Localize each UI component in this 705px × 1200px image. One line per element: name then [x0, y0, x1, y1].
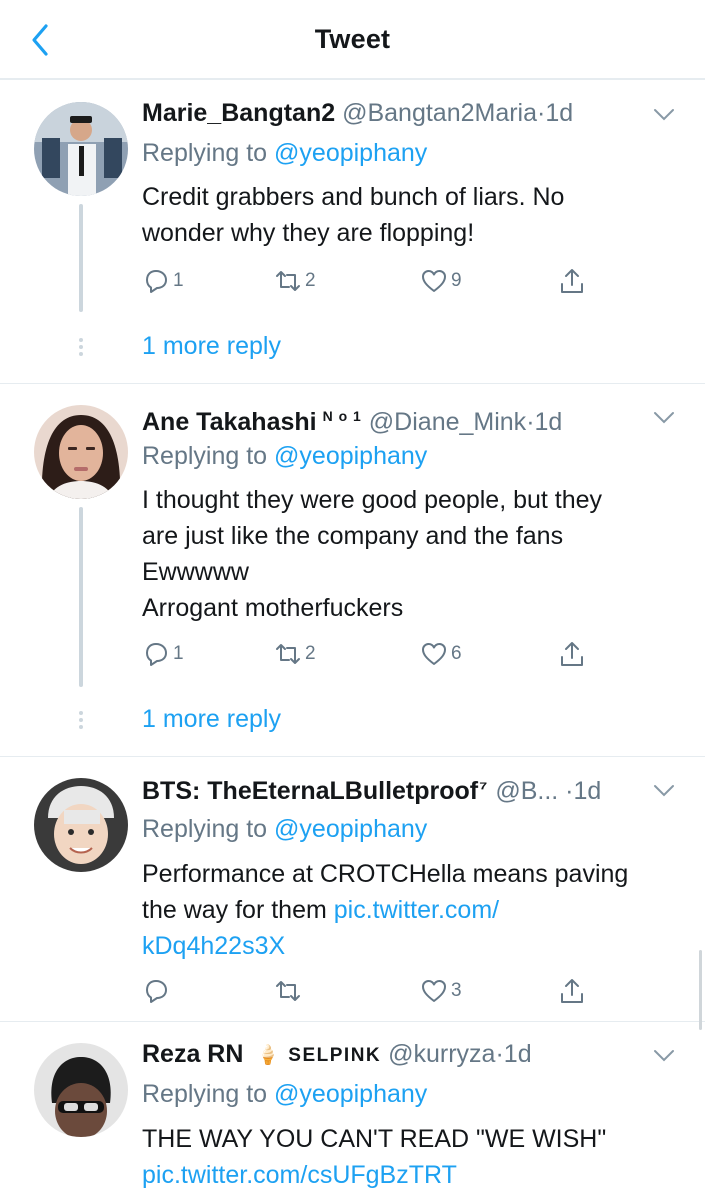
separator: · — [565, 777, 574, 805]
share-button[interactable] — [558, 266, 586, 296]
chevron-down-icon[interactable] — [653, 108, 675, 122]
mention-link[interactable]: @yeopiphany — [274, 442, 427, 470]
chevron-down-icon[interactable] — [653, 411, 675, 425]
replying-to: Replying to @yeopiphany — [142, 442, 428, 470]
chevron-down-icon[interactable] — [653, 784, 675, 798]
display-name[interactable]: BTS: TheEternaLBulletproof — [142, 777, 478, 805]
share-button[interactable] — [558, 976, 586, 1006]
username[interactable]: @kurryza — [388, 1040, 495, 1068]
page-title: Tweet — [314, 24, 391, 54]
mention-link[interactable]: @yeopiphany — [274, 815, 427, 843]
reply-tweet[interactable]: Reza RN 🍦 SELPINK @kurryza·1d Replying t… — [0, 1023, 705, 1200]
more-replies-link[interactable]: 1 more reply — [142, 332, 281, 361]
like-count: 9 — [451, 270, 462, 291]
display-name[interactable]: Marie_Bangtan2 — [142, 99, 335, 127]
heart-icon — [422, 270, 446, 292]
timestamp[interactable]: 1d — [545, 99, 573, 127]
reply-button[interactable]: 1 — [142, 639, 184, 669]
like-count: 6 — [451, 643, 462, 664]
username[interactable]: @Bangtan2Maria — [342, 99, 537, 127]
share-icon — [561, 979, 583, 1003]
reply-icon — [146, 980, 167, 1003]
display-name[interactable]: Ane Takahashi — [142, 408, 317, 436]
share-icon — [561, 269, 583, 293]
media-link[interactable]: pic.twitter.com/ — [334, 896, 499, 924]
retweet-icon — [276, 981, 300, 1001]
avatar[interactable] — [34, 405, 128, 499]
name-badge: 🍦 SELPINK — [256, 1045, 382, 1066]
name-badge: ⁷ — [479, 778, 489, 800]
avatar[interactable] — [34, 102, 128, 196]
reply-tweet[interactable]: BTS: TheEternaLBulletproof⁷ @B... ·1d Re… — [0, 758, 705, 1022]
timestamp[interactable]: 1d — [504, 1040, 532, 1068]
tweet-text: THE WAY YOU CAN'T READ "WE WISH" pic.twi… — [142, 1121, 687, 1193]
thread-dots — [77, 338, 85, 359]
like-button[interactable]: 6 — [420, 639, 462, 669]
tweet-text: I thought they were good people, but the… — [142, 486, 603, 622]
avatar[interactable] — [34, 1043, 128, 1137]
reply-icon — [146, 270, 167, 293]
tweet-header: Ane Takahashi N o 1 @Diane_Mink·1d — [142, 401, 562, 437]
mention-link[interactable]: @yeopiphany — [274, 139, 427, 167]
heart-icon — [422, 643, 446, 665]
username[interactable]: @B... — [495, 777, 558, 805]
display-name[interactable]: Reza RN — [142, 1040, 243, 1068]
tweet-header: BTS: TheEternaLBulletproof⁷ @B... ·1d — [142, 774, 601, 806]
retweet-button[interactable]: 2 — [274, 266, 316, 296]
heart-icon — [422, 980, 446, 1002]
reply-button[interactable]: 1 — [142, 266, 184, 296]
separator: · — [495, 1040, 504, 1068]
tweet-actions: 1 2 6 — [142, 639, 602, 669]
separator: · — [526, 408, 535, 436]
reply-tweet[interactable]: Ane Takahashi N o 1 @Diane_Mink·1d Replyi… — [0, 385, 705, 757]
share-button[interactable] — [558, 639, 586, 669]
media-link[interactable]: pic.twitter.com/csUFgBzTRT — [142, 1157, 687, 1193]
reply-count: 1 — [173, 270, 184, 291]
tweet-header: Marie_Bangtan2 @Bangtan2Maria·1d — [142, 98, 573, 128]
retweet-count: 2 — [305, 270, 316, 291]
like-count: 3 — [451, 980, 462, 1001]
thread-line — [79, 204, 83, 312]
reply-icon — [146, 643, 167, 666]
reply-tweet[interactable]: Marie_Bangtan2 @Bangtan2Maria·1d Replyin… — [0, 82, 705, 384]
name-badge: N o 1 — [322, 408, 362, 424]
timestamp[interactable]: 1d — [574, 777, 602, 805]
media-link[interactable]: kDq4h22s3X — [142, 928, 687, 964]
timestamp[interactable]: 1d — [535, 408, 563, 436]
retweet-icon — [276, 271, 300, 291]
thread-dots — [77, 711, 85, 732]
retweet-count: 2 — [305, 643, 316, 664]
tweet-text: Credit grabbers and bunch of liars. No w… — [142, 183, 565, 247]
tweet-actions: 1 2 9 — [142, 266, 602, 296]
replying-to: Replying to @yeopiphany — [142, 815, 428, 843]
like-button[interactable]: 9 — [420, 266, 462, 296]
mention-link[interactable]: @yeopiphany — [274, 1080, 427, 1108]
like-button[interactable]: 3 — [420, 976, 462, 1006]
replying-to: Replying to @yeopiphany — [142, 139, 428, 167]
username[interactable]: @Diane_Mink — [369, 408, 526, 436]
tweet-text: Performance at CROTCHella means paving t… — [142, 856, 687, 964]
scrollbar[interactable] — [699, 950, 702, 1030]
chevron-down-icon[interactable] — [653, 1049, 675, 1063]
reply-count: 1 — [173, 643, 184, 664]
share-icon — [561, 642, 583, 666]
tweet-header: Reza RN 🍦 SELPINK @kurryza·1d — [142, 1039, 532, 1071]
top-bar: Tweet — [0, 0, 705, 80]
thread-line — [79, 507, 83, 687]
retweet-button[interactable]: 2 — [274, 639, 316, 669]
reply-button[interactable] — [142, 976, 173, 1006]
avatar[interactable] — [34, 778, 128, 872]
retweet-button[interactable] — [274, 976, 305, 1006]
retweet-icon — [276, 644, 300, 664]
replying-to: Replying to @yeopiphany — [142, 1080, 428, 1108]
tweet-actions: 3 — [142, 976, 602, 1006]
more-replies-link[interactable]: 1 more reply — [142, 705, 281, 734]
